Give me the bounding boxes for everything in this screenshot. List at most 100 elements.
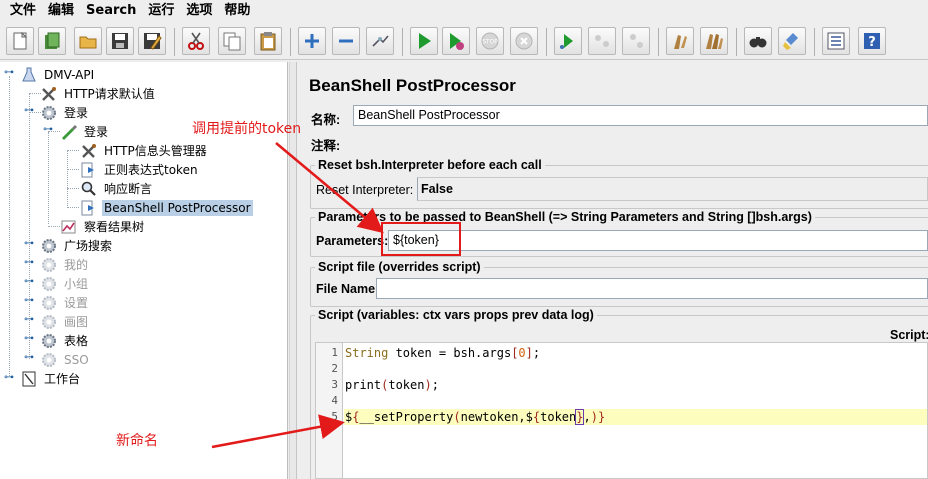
tree-toggle-drawing[interactable]: ⊶ <box>23 314 35 326</box>
tree-node-thread-group-sso[interactable]: SSO <box>40 351 91 369</box>
paste-icon[interactable] <box>254 27 282 55</box>
save-as-icon[interactable] <box>138 27 166 55</box>
start-no-pause-icon[interactable] <box>442 27 470 55</box>
flask-icon <box>20 67 38 83</box>
parameters-field[interactable]: ${token} <box>388 230 928 251</box>
line-number: 2 <box>331 362 338 375</box>
menu-search[interactable]: Search <box>80 0 142 22</box>
wrench-icon <box>40 86 58 102</box>
gear-icon <box>40 352 58 368</box>
magnifier-icon <box>80 181 98 197</box>
tree-node-thread-group-mine[interactable]: 我的 <box>40 256 90 274</box>
beanshell-config-panel: BeanShell PostProcessor 名称: BeanShell Po… <box>298 62 928 479</box>
tree-node-regex-extractor[interactable]: 正则表达式token <box>80 161 200 179</box>
line-number: 4 <box>331 394 338 407</box>
page-title: BeanShell PostProcessor <box>309 76 516 95</box>
gear-icon <box>40 105 58 121</box>
copy-icon[interactable] <box>218 27 246 55</box>
name-field[interactable]: BeanShell PostProcessor <box>353 105 928 126</box>
gear-icon <box>40 295 58 311</box>
reset-interpreter-label: Reset Interpreter: <box>316 183 414 197</box>
annotation-top: 调用提前的token <box>192 121 302 137</box>
tree-node-thread-group-drawing[interactable]: 画图 <box>40 313 90 331</box>
function-helper-icon[interactable] <box>822 27 850 55</box>
pen-icon <box>60 124 78 140</box>
svg-text:?: ? <box>868 35 876 50</box>
tree-node-test-plan[interactable]: DMV-API <box>20 66 96 84</box>
svg-text:STOP: STOP <box>482 39 498 46</box>
expand-icon[interactable] <box>298 27 326 55</box>
help-icon[interactable]: ? <box>858 27 886 55</box>
gear-icon <box>40 276 58 292</box>
tree-toggle-table[interactable]: ⊶ <box>23 333 35 345</box>
document-arrow-icon <box>80 162 98 178</box>
tree-node-thread-group-square-search[interactable]: 广场搜索 <box>40 237 114 255</box>
stop-icon[interactable]: STOP <box>476 27 504 55</box>
menu-run[interactable]: 运行 <box>142 0 180 22</box>
code-line-3: print(token); <box>345 378 439 392</box>
tree-node-header-manager[interactable]: HTTP信息头管理器 <box>80 142 209 160</box>
menu-bar: 文件 编辑 Search 运行 选项 帮助 <box>0 0 928 22</box>
clear-icon[interactable] <box>666 27 694 55</box>
open-icon[interactable] <box>74 27 102 55</box>
script-label: Script: <box>890 328 928 342</box>
clear-all-icon[interactable] <box>700 27 728 55</box>
tree-toggle-group[interactable]: ⊶ <box>23 276 35 288</box>
new-icon[interactable] <box>6 27 34 55</box>
toolbar: STOP ? <box>0 24 928 60</box>
templates-icon[interactable] <box>38 27 66 55</box>
menu-edit[interactable]: 编辑 <box>42 0 80 22</box>
gear-icon <box>40 257 58 273</box>
tree-toggle-sso[interactable]: ⊶ <box>23 352 35 364</box>
tree-toggle-settings[interactable]: ⊶ <box>23 295 35 307</box>
script-file-group-title: Script file (overrides script) <box>315 260 484 274</box>
gear-icon <box>40 333 58 349</box>
tree-node-workbench[interactable]: 工作台 <box>20 370 82 388</box>
code-line-5: ${__setProperty(newtoken,${token},)} <box>344 409 927 425</box>
annotation-highlight-box <box>381 222 461 256</box>
reset-interpreter-select[interactable]: False <box>417 177 928 201</box>
comment-field[interactable] <box>353 130 928 150</box>
collapse-icon[interactable] <box>332 27 360 55</box>
filename-label: File Name: <box>316 282 380 296</box>
tree-toggle-login-sampler[interactable]: ⊶ <box>42 124 54 136</box>
tree-node-thread-group-table[interactable]: 表格 <box>40 332 90 350</box>
remote-shutdown-icon[interactable] <box>622 27 650 55</box>
menu-help[interactable]: 帮助 <box>218 0 256 22</box>
name-label: 名称: <box>311 113 341 127</box>
filename-field[interactable] <box>376 278 928 299</box>
tree-node-thread-group-group[interactable]: 小组 <box>40 275 90 293</box>
menu-file[interactable]: 文件 <box>4 0 42 22</box>
annotation-bottom: 新命名 <box>116 433 158 449</box>
tree-toggle-workbench[interactable]: ⊶ <box>3 372 15 384</box>
tree-node-beanshell-postprocessor[interactable]: BeanShell PostProcessor <box>80 199 253 217</box>
tree-node-response-assertion[interactable]: 响应断言 <box>80 180 154 198</box>
toggle-icon[interactable] <box>366 27 394 55</box>
line-number-gutter: 1 2 3 4 5 <box>316 343 343 478</box>
tree-node-view-results-tree[interactable]: 察看结果树 <box>60 218 146 236</box>
remote-start-icon[interactable] <box>554 27 582 55</box>
parameters-label: Parameters: <box>316 234 389 248</box>
gear-icon <box>40 238 58 254</box>
workbench-icon <box>20 371 38 387</box>
tree-node-http-defaults[interactable]: HTTP请求默认值 <box>40 85 157 103</box>
tree-node-thread-group-login[interactable]: 登录 <box>40 104 90 122</box>
menu-options[interactable]: 选项 <box>180 0 218 22</box>
tree-toggle-root[interactable]: ⊶ <box>3 67 15 79</box>
reset-search-icon[interactable] <box>778 27 806 55</box>
tree-toggle-mine[interactable]: ⊶ <box>23 257 35 269</box>
save-icon[interactable] <box>106 27 134 55</box>
comment-label: 注释: <box>311 139 341 153</box>
script-editor[interactable]: 1 2 3 4 5 String token = bsh.args[0]; pr… <box>315 342 928 479</box>
line-number: 5 <box>331 410 338 423</box>
search-icon[interactable] <box>744 27 772 55</box>
tree-node-thread-group-settings[interactable]: 设置 <box>40 294 90 312</box>
tree-toggle-square-search[interactable]: ⊶ <box>23 238 35 250</box>
tree-toggle-login-group[interactable]: ⊶ <box>23 105 35 117</box>
tree-node-login-sampler[interactable]: 登录 <box>60 123 110 141</box>
start-icon[interactable] <box>410 27 438 55</box>
shutdown-icon[interactable] <box>510 27 538 55</box>
remote-stop-icon[interactable] <box>588 27 616 55</box>
wrench-icon <box>80 143 98 159</box>
cut-icon[interactable] <box>182 27 210 55</box>
